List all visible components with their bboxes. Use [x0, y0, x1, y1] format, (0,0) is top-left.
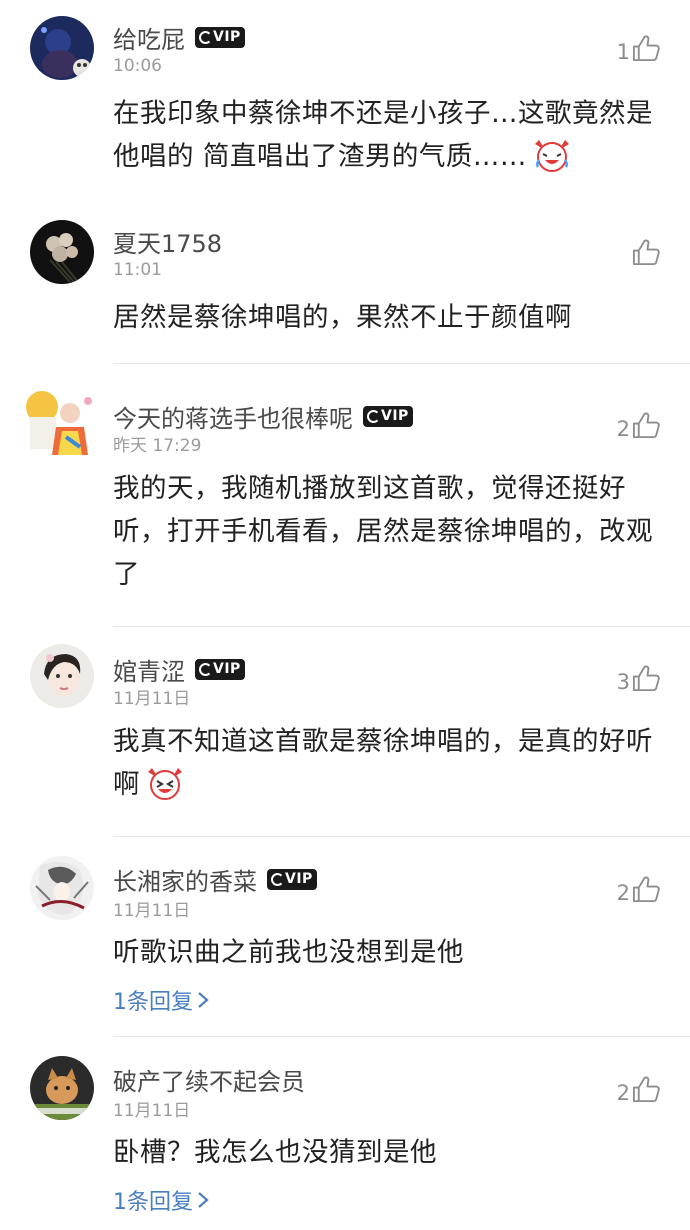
chevron-right-icon [198, 1192, 209, 1208]
vip-label: VIP [381, 408, 409, 424]
comment-text-content: 在我印象中蔡徐坤不还是小孩子…这歌竟然是他唱的 简直唱出了渣男的气质…… [113, 98, 653, 172]
thumbs-up-icon [632, 412, 660, 439]
like-button[interactable]: 2 [617, 410, 662, 441]
user-avatar[interactable] [30, 220, 94, 284]
user-avatar[interactable] [30, 16, 94, 80]
comment-item: 破产了续不起会员 11月11日 2 卧槽？我怎么也没猜到是他 1条回复 [0, 1038, 690, 1230]
comment-text: 我的天，我随机播放到这首歌，觉得还挺好听，打开手机看看，居然是蔡徐坤唱的，改观了 [113, 473, 653, 590]
username-text: 今天的蒋选手也很棒呢 [113, 405, 353, 433]
laughing-crying-emoji-icon [534, 140, 569, 172]
thumbs-up-icon [632, 239, 660, 266]
laughing-emoji-icon [148, 768, 182, 800]
user-avatar[interactable] [22, 387, 102, 457]
vip-label: VIP [213, 29, 241, 45]
user-avatar[interactable] [30, 1056, 94, 1120]
view-replies-link[interactable]: 1条回复 [113, 1184, 209, 1216]
like-button[interactable]: 2 [617, 1074, 662, 1105]
reply-count-label: 1条回复 [113, 1190, 193, 1215]
comment-item: 今天的蒋选手也很棒呢 VIP 昨天 17:29 2 我的天，我随机播放到这首歌，… [0, 365, 690, 628]
comment-time: 11月11日 [113, 901, 191, 921]
comment-time: 11:01 [113, 260, 162, 280]
chevron-right-icon [198, 992, 209, 1008]
like-count: 3 [616, 670, 630, 694]
comment-time: 昨天 17:29 [113, 436, 202, 456]
comment-item: 婠青涩 VIP 11月11日 3 我真不知道这首歌是蔡徐坤唱的，是真的好听啊 [0, 628, 690, 838]
view-replies-link[interactable]: 1条回复 [113, 984, 209, 1016]
comment-text-content: 我真不知道这首歌是蔡徐坤唱的，是真的好听啊 [113, 726, 653, 800]
thumbs-up-icon [632, 1076, 660, 1103]
username[interactable]: 破产了续不起会员 [113, 1062, 305, 1097]
username[interactable]: 长湘家的香菜 VIP [113, 862, 317, 897]
divider [113, 1036, 690, 1037]
thumbs-up-icon [632, 876, 660, 903]
reply-count-label: 1条回复 [113, 990, 193, 1015]
comment-text: 我真不知道这首歌是蔡徐坤唱的，是真的好听啊 [113, 720, 658, 806]
vip-badge-icon: VIP [363, 406, 413, 427]
vip-label: VIP [285, 871, 313, 887]
username-text: 长湘家的香菜 [113, 868, 257, 896]
like-count: 2 [616, 1081, 630, 1105]
like-button[interactable]: 3 [617, 663, 662, 694]
username-text: 破产了续不起会员 [113, 1068, 305, 1096]
divider [113, 836, 690, 837]
like-button[interactable]: 1 [617, 33, 662, 64]
comment-time: 10:06 [113, 56, 162, 76]
comment-text: 听歌识曲之前我也没想到是他 [113, 937, 464, 968]
vip-badge-icon: VIP [195, 659, 245, 680]
like-button[interactable]: 2 [617, 874, 662, 905]
like-count: 1 [616, 40, 630, 64]
like-button[interactable] [630, 237, 662, 268]
comment-text: 居然是蔡徐坤唱的，果然不止于颜值啊 [113, 302, 572, 333]
username-text: 婠青涩 [113, 658, 185, 686]
username[interactable]: 夏天1758 [113, 224, 222, 259]
like-count: 2 [616, 417, 630, 441]
comment-text: 卧槽？我怎么也没猜到是他 [113, 1137, 437, 1168]
vip-badge-icon: VIP [195, 27, 245, 48]
comment-time: 11月11日 [113, 689, 191, 709]
username-text: 给吃屁 [113, 26, 185, 54]
user-avatar[interactable] [30, 856, 94, 920]
comment-item: 长湘家的香菜 VIP 11月11日 2 听歌识曲之前我也没想到是他 1条回复 [0, 838, 690, 1038]
like-count: 2 [616, 881, 630, 905]
thumbs-up-icon [632, 665, 660, 692]
username[interactable]: 给吃屁 VIP [113, 20, 245, 55]
username-text: 夏天1758 [113, 230, 223, 258]
comment-time: 11月11日 [113, 1101, 191, 1121]
vip-badge-icon: VIP [267, 869, 317, 890]
vip-label: VIP [213, 661, 241, 677]
comment-item: 夏天1758 11:01 居然是蔡徐坤唱的，果然不止于颜值啊 [0, 210, 690, 365]
username[interactable]: 婠青涩 VIP [113, 652, 245, 687]
comment-item: 给吃屁 VIP 10:06 1 在我印象中蔡徐坤不还是小孩子…这歌竟然是他唱的 … [0, 0, 690, 210]
divider [113, 363, 690, 364]
comment-text: 在我印象中蔡徐坤不还是小孩子…这歌竟然是他唱的 简直唱出了渣男的气质…… [113, 92, 658, 178]
user-avatar[interactable] [30, 644, 94, 708]
divider [113, 626, 690, 627]
username[interactable]: 今天的蒋选手也很棒呢 VIP [113, 399, 413, 434]
thumbs-up-icon [632, 35, 660, 62]
